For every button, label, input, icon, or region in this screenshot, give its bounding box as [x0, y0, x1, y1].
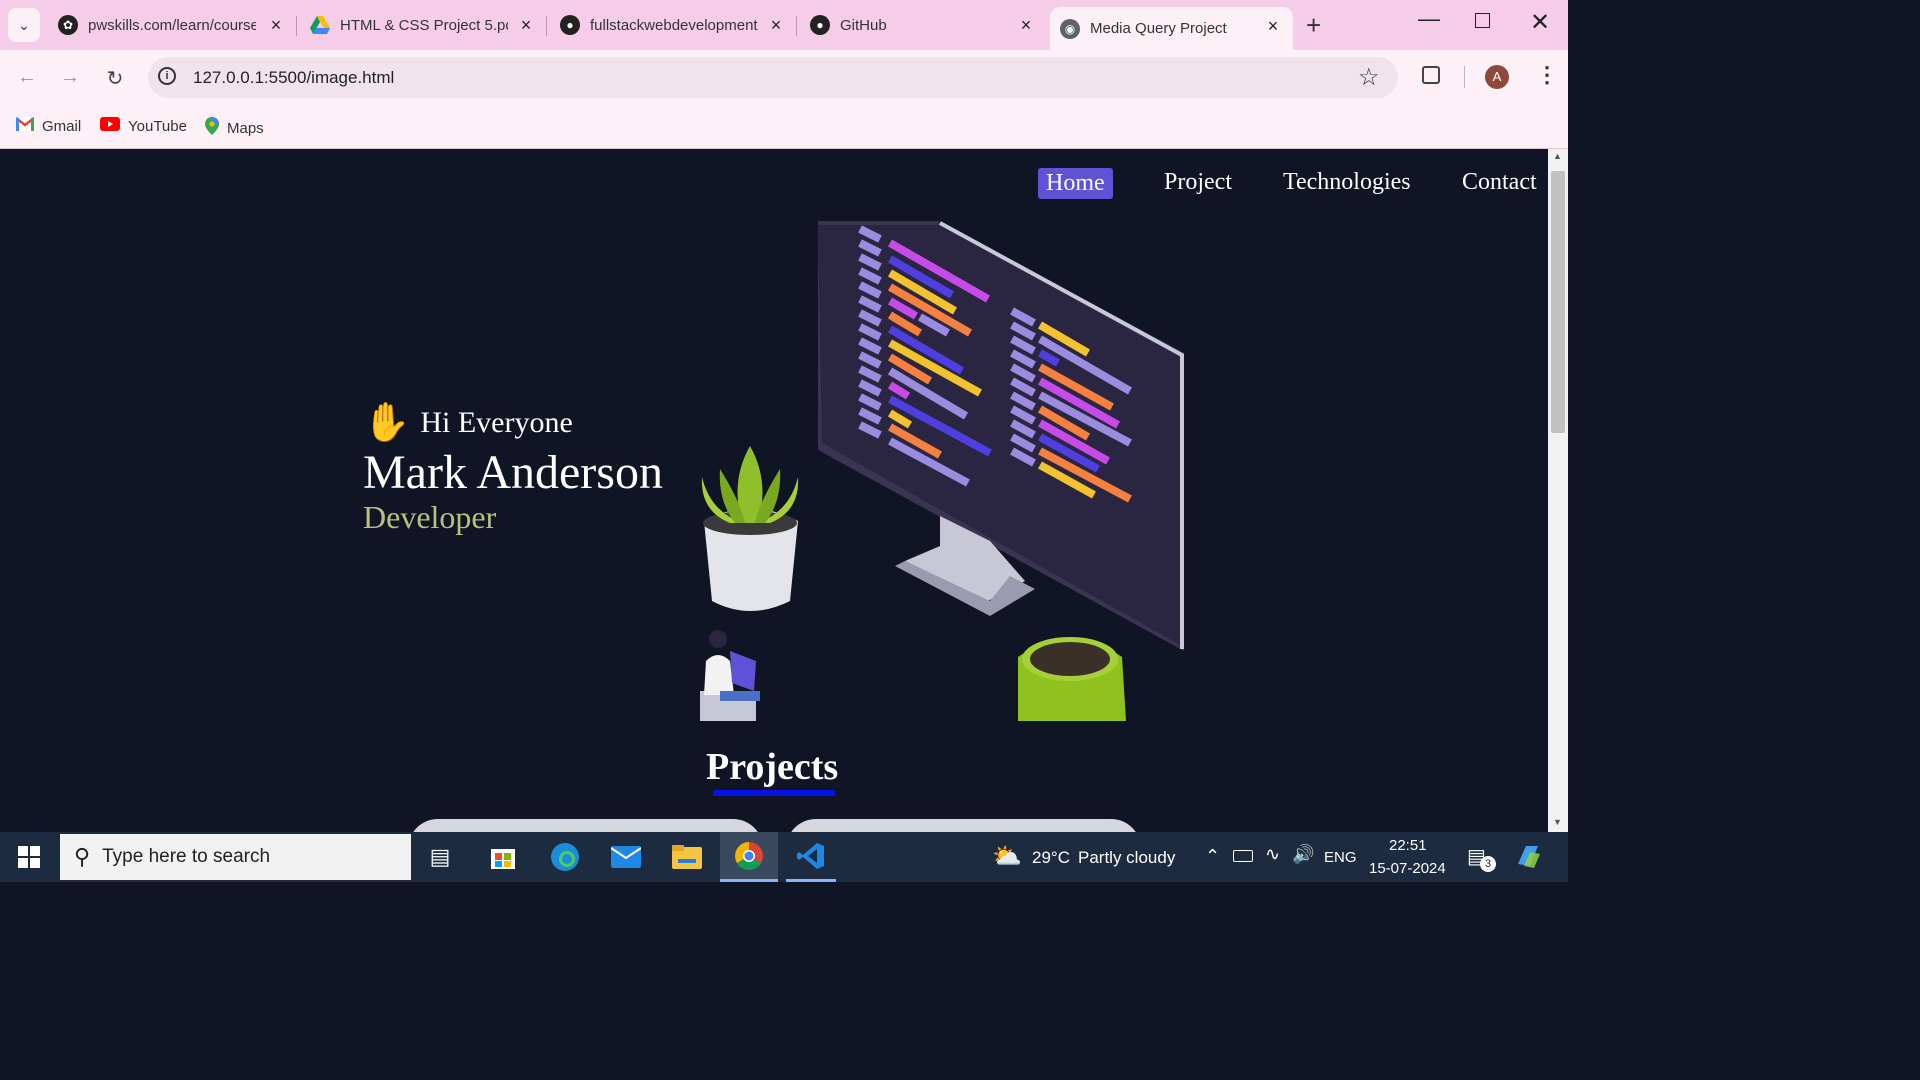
project-card[interactable]	[786, 819, 1141, 832]
tab-title: pwskills.com/learn/course	[88, 16, 256, 34]
browser-toolbar: i 127.0.0.1:5500/image.html ☆	[0, 50, 1568, 105]
taskbar-search[interactable]: ⚲ Type here to search	[60, 834, 411, 880]
github-icon: ●	[810, 15, 830, 35]
task-view-icon[interactable]: ▤	[420, 839, 460, 875]
tab-divider	[546, 16, 547, 36]
forward-arrow-icon[interactable]: →	[58, 66, 82, 89]
globe-icon: ◉	[1060, 18, 1080, 39]
close-icon[interactable]: ×	[514, 6, 538, 44]
windows-start-icon[interactable]	[18, 846, 40, 873]
battery-icon[interactable]	[1233, 850, 1253, 862]
scroll-up-icon[interactable]: ▲	[1553, 151, 1562, 161]
restore-icon[interactable]	[1475, 13, 1490, 28]
waving-hand-icon: ✋	[363, 402, 411, 444]
search-placeholder: Type here to search	[102, 846, 271, 867]
tab-title: GitHub	[840, 16, 887, 34]
edge-icon[interactable]	[545, 839, 585, 875]
bookmark-label: Maps	[227, 119, 264, 137]
tab-search-button[interactable]: ⌄	[8, 8, 40, 42]
tab-title: fullstackwebdevelopment	[590, 16, 758, 34]
tab-divider	[796, 16, 797, 36]
reload-icon[interactable]: ↻	[103, 66, 127, 91]
search-icon: ⚲	[74, 844, 91, 869]
close-icon[interactable]: ×	[264, 6, 288, 44]
url-text[interactable]: 127.0.0.1:5500/image.html	[193, 68, 394, 88]
mail-icon[interactable]	[606, 839, 646, 875]
page-scrollbar[interactable]: ▲ ▼	[1548, 149, 1568, 832]
greeting-text: Hi Everyone	[420, 406, 573, 439]
bookmark-gmail[interactable]: Gmail	[15, 117, 82, 135]
chevron-down-icon: ⌄	[18, 16, 30, 33]
bookmark-label: Gmail	[42, 117, 82, 135]
tab-title: HTML & CSS Project 5.pdf	[340, 16, 508, 34]
google-drive-icon	[310, 15, 330, 35]
microsoft-store-icon[interactable]	[483, 839, 523, 875]
wifi-icon[interactable]: ∿	[1265, 844, 1280, 865]
maps-pin-icon	[205, 117, 219, 139]
weather-desc[interactable]: Partly cloudy	[1078, 848, 1175, 868]
file-explorer-icon[interactable]	[667, 839, 707, 875]
clock-date[interactable]: 15-07-2024	[1369, 860, 1446, 877]
heading-underline	[713, 790, 835, 796]
volume-icon[interactable]: 🔊	[1292, 844, 1314, 865]
tab-drive-pdf[interactable]: HTML & CSS Project 5.pdf ×	[310, 6, 538, 44]
weather-icon[interactable]: ⛅	[992, 842, 1022, 871]
tab-pwskills[interactable]: ✿ pwskills.com/learn/course ×	[58, 6, 288, 44]
bookmark-star-icon[interactable]: ☆	[1358, 63, 1380, 92]
bookmark-maps[interactable]: Maps	[205, 117, 264, 139]
close-window-icon[interactable]: ✕	[1530, 8, 1550, 37]
back-arrow-icon[interactable]: ←	[15, 66, 39, 89]
address-bar[interactable]: i 127.0.0.1:5500/image.html ☆	[148, 57, 1398, 98]
gmail-icon	[15, 117, 35, 135]
notification-badge: 3	[1480, 856, 1496, 872]
weather-temp[interactable]: 29°C	[1032, 848, 1070, 868]
close-icon[interactable]: ×	[1261, 7, 1285, 45]
scroll-down-icon[interactable]: ▼	[1553, 817, 1562, 827]
bookmarks-bar: Gmail YouTube Maps	[0, 105, 1568, 149]
github-icon: ●	[560, 15, 580, 35]
vscode-icon[interactable]	[786, 832, 836, 882]
tab-github[interactable]: ● GitHub ×	[810, 6, 1038, 44]
tab-title: Media Query Project	[1090, 20, 1227, 37]
chrome-icon[interactable]	[720, 832, 778, 882]
tab-divider	[296, 16, 297, 36]
project-card[interactable]	[408, 819, 763, 832]
developer-role: Developer	[363, 499, 497, 535]
nav-contact[interactable]: Contact	[1462, 169, 1537, 196]
windows-taskbar: ⚲ Type here to search ▤ ⛅ 29°C Partly cl…	[0, 832, 1568, 882]
new-tab-button[interactable]: +	[1306, 10, 1321, 41]
bookmark-youtube[interactable]: YouTube	[100, 117, 187, 135]
greeting: ✋ Hi Everyone	[363, 401, 573, 445]
tab-github-repo[interactable]: ● fullstackwebdevelopment ×	[560, 6, 788, 44]
language-indicator[interactable]: ENG	[1324, 849, 1357, 866]
developer-name: Mark Anderson	[363, 446, 663, 499]
web-page: Home Project Technologies Contact ✋ Hi E…	[0, 149, 1548, 832]
avatar[interactable]: A	[1485, 65, 1509, 89]
bookmark-label: YouTube	[128, 117, 187, 135]
extensions-icon[interactable]	[1422, 66, 1440, 84]
close-icon[interactable]: ×	[1014, 6, 1038, 44]
tab-media-query-project[interactable]: ◉ Media Query Project ×	[1050, 7, 1293, 50]
scroll-thumb[interactable]	[1551, 171, 1565, 433]
clock-time[interactable]: 22:51	[1389, 837, 1427, 854]
tab-strip: ⌄ ✿ pwskills.com/learn/course × HTML & C…	[0, 0, 1568, 50]
minimize-icon[interactable]: —	[1418, 6, 1440, 32]
nav-technologies[interactable]: Technologies	[1283, 169, 1411, 196]
youtube-icon	[100, 117, 120, 135]
toolbar-divider	[1464, 66, 1465, 88]
close-icon[interactable]: ×	[764, 6, 788, 44]
nav-project[interactable]: Project	[1164, 169, 1232, 196]
kebab-menu-icon[interactable]: ⋮	[1536, 62, 1558, 88]
site-info-icon[interactable]: i	[158, 67, 176, 85]
hero-illustration	[700, 221, 1184, 721]
pwskills-icon: ✿	[58, 15, 78, 35]
nav-home[interactable]: Home	[1038, 168, 1113, 199]
copilot-icon[interactable]	[1514, 842, 1542, 875]
chevron-up-icon[interactable]: ⌃	[1205, 846, 1220, 867]
projects-heading: Projects	[706, 746, 839, 788]
